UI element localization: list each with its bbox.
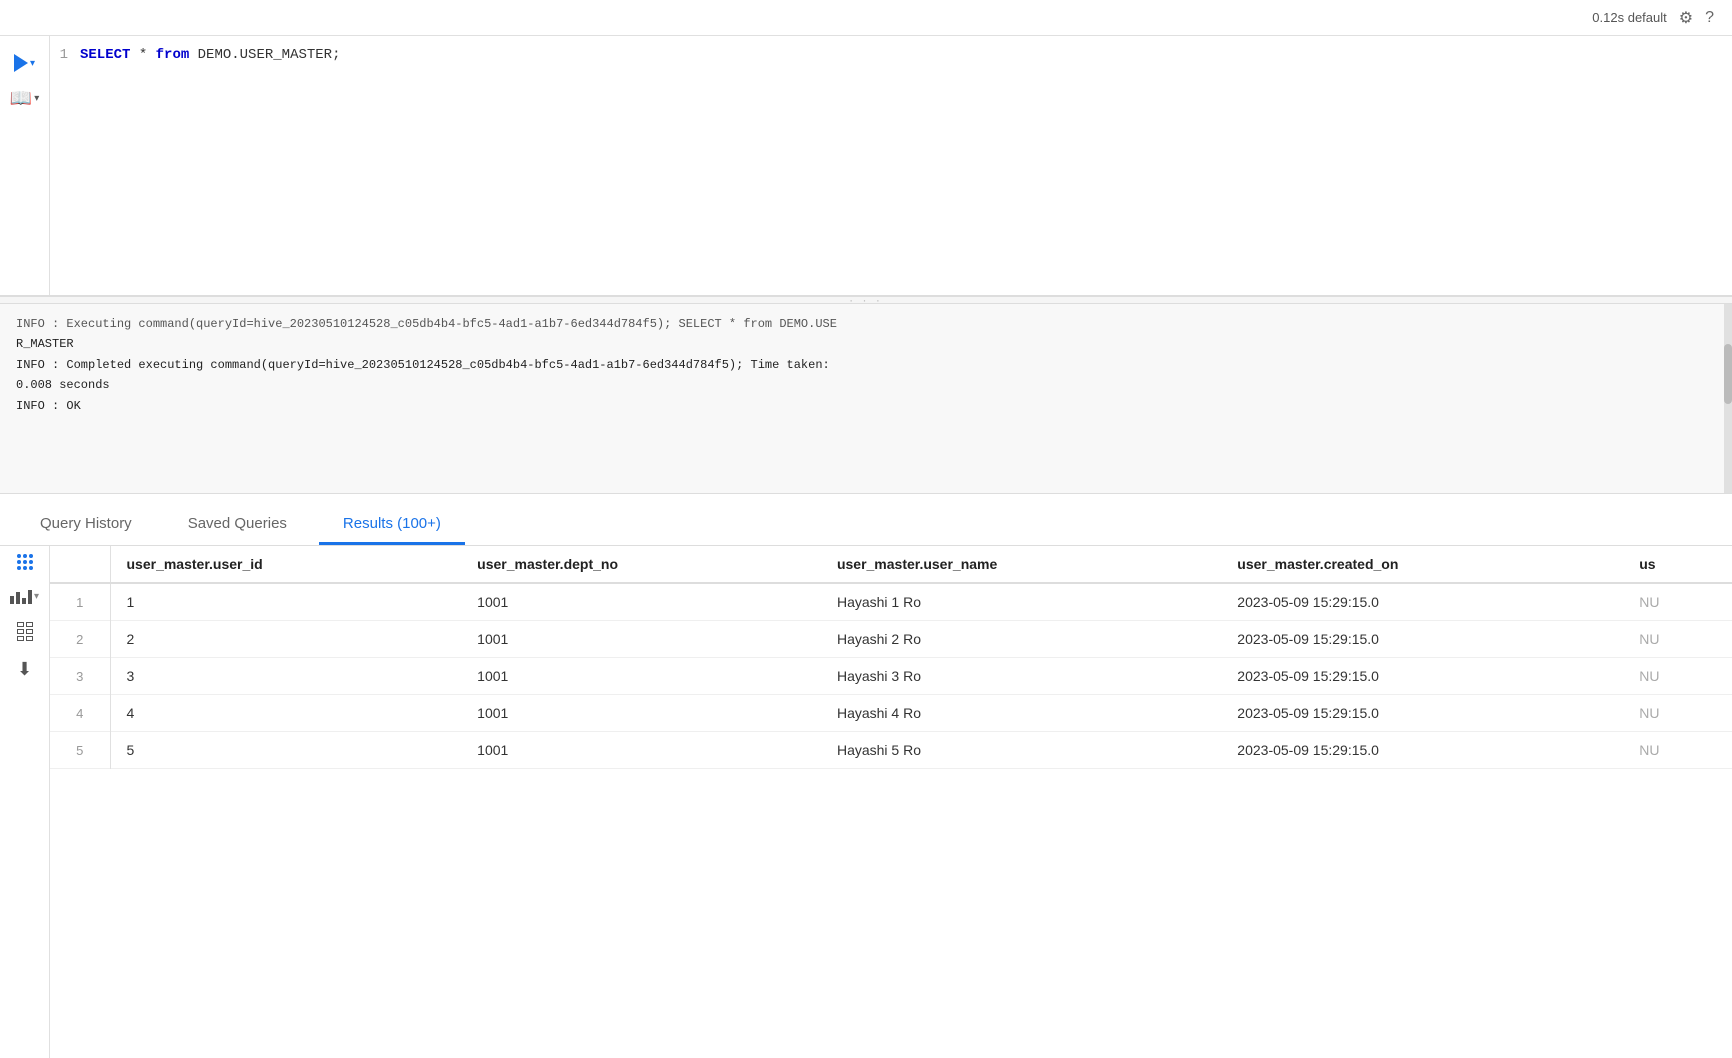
cell-dept-no: 1001 (461, 621, 821, 658)
table-row: 1 1 1001 Hayashi 1 Ro 2023-05-09 15:29:1… (50, 583, 1732, 621)
cell-created-on: 2023-05-09 15:29:15.0 (1221, 658, 1623, 695)
cell-rownum: 4 (50, 695, 110, 732)
cell-created-on: 2023-05-09 15:29:15.0 (1221, 732, 1623, 769)
col-header-dept-no[interactable]: user_master.dept_no (461, 546, 821, 583)
download-button[interactable]: ⬇ (17, 659, 32, 680)
grid-icon (17, 554, 33, 570)
log-line-2: R_MASTER (16, 334, 1716, 354)
line-numbers: 1 (50, 36, 80, 295)
cell-user-name: Hayashi 5 Ro (821, 732, 1221, 769)
table-layout-icon (17, 622, 33, 641)
results-table-wrapper[interactable]: user_master.user_id user_master.dept_no … (50, 546, 1732, 1058)
col-header-created-on[interactable]: user_master.created_on (1221, 546, 1623, 583)
cell-user-id: 3 (110, 658, 461, 695)
cell-created-on: 2023-05-09 15:29:15.0 (1221, 695, 1623, 732)
chart-view-button[interactable]: ▾ (10, 588, 39, 604)
cell-rownum: 5 (50, 732, 110, 769)
cell-user-id: 5 (110, 732, 461, 769)
table-body: 1 1 1001 Hayashi 1 Ro 2023-05-09 15:29:1… (50, 583, 1732, 769)
download-icon: ⬇ (17, 659, 32, 680)
cell-rownum: 3 (50, 658, 110, 695)
table-header-row: user_master.user_id user_master.dept_no … (50, 546, 1732, 583)
log-scrollbar[interactable] (1724, 304, 1732, 493)
cell-user-id: 1 (110, 583, 461, 621)
cell-extra: NU (1623, 695, 1732, 732)
table-row: 4 4 1001 Hayashi 4 Ro 2023-05-09 15:29:1… (50, 695, 1732, 732)
help-button[interactable]: ? (1705, 9, 1714, 27)
timing-display: 0.12s default (1592, 10, 1666, 25)
col-header-extra[interactable]: us (1623, 546, 1732, 583)
cell-extra: NU (1623, 732, 1732, 769)
bottom-panel: Query History Saved Queries Results (100… (0, 494, 1732, 1058)
book-icon: 📖 (10, 88, 32, 109)
cell-user-id: 4 (110, 695, 461, 732)
tab-results[interactable]: Results (100+) (319, 505, 465, 545)
run-button[interactable]: ▾ (14, 54, 35, 72)
play-icon (14, 54, 28, 72)
tab-saved-queries[interactable]: Saved Queries (164, 505, 311, 545)
code-content[interactable]: SELECT * from DEMO.USER_MASTER; (80, 36, 1732, 295)
grid-view-button[interactable] (17, 554, 33, 570)
log-section: INFO : Executing command(queryId=hive_20… (0, 304, 1732, 494)
toolbar-right: 0.12s default ⚙ ? (1592, 8, 1714, 28)
col-header-user-id[interactable]: user_master.user_id (110, 546, 461, 583)
table-layout-button[interactable] (17, 622, 33, 641)
book-chevron-icon: ▾ (34, 93, 39, 104)
cell-dept-no: 1001 (461, 658, 821, 695)
chart-chevron-icon: ▾ (34, 591, 39, 602)
cell-rownum: 2 (50, 621, 110, 658)
log-line-1: INFO : Executing command(queryId=hive_20… (16, 314, 1716, 334)
log-line-5: INFO : OK (16, 396, 1716, 416)
col-header-rownum (50, 546, 110, 583)
table-row: 2 2 1001 Hayashi 2 Ro 2023-05-09 15:29:1… (50, 621, 1732, 658)
results-area: ▾ ⬇ user_master.user_id us (0, 546, 1732, 1058)
results-table: user_master.user_id user_master.dept_no … (50, 546, 1732, 769)
cell-extra: NU (1623, 621, 1732, 658)
cell-user-id: 2 (110, 621, 461, 658)
cell-extra: NU (1623, 658, 1732, 695)
settings-button[interactable]: ⚙ (1679, 8, 1693, 28)
cell-dept-no: 1001 (461, 583, 821, 621)
editor-left-bar: ▾ 📖 ▾ (0, 36, 50, 295)
bar-chart-icon (10, 588, 32, 604)
cell-user-name: Hayashi 1 Ro (821, 583, 1221, 621)
book-button[interactable]: 📖 ▾ (10, 88, 39, 109)
cell-user-name: Hayashi 4 Ro (821, 695, 1221, 732)
editor-section: ▾ 📖 ▾ 1 SELECT * from DEMO.USER_MASTER; (0, 36, 1732, 296)
top-toolbar: 0.12s default ⚙ ? (0, 0, 1732, 36)
cell-user-name: Hayashi 2 Ro (821, 621, 1221, 658)
log-line-4: 0.008 seconds (16, 375, 1716, 395)
cell-dept-no: 1001 (461, 695, 821, 732)
cell-dept-no: 1001 (461, 732, 821, 769)
run-chevron-icon: ▾ (30, 58, 35, 69)
cell-rownum: 1 (50, 583, 110, 621)
table-row: 3 3 1001 Hayashi 3 Ro 2023-05-09 15:29:1… (50, 658, 1732, 695)
table-row: 5 5 1001 Hayashi 5 Ro 2023-05-09 15:29:1… (50, 732, 1732, 769)
cell-extra: NU (1623, 583, 1732, 621)
resizer-handle[interactable]: · · · (0, 296, 1732, 304)
tab-query-history[interactable]: Query History (16, 505, 156, 545)
log-line-3: INFO : Completed executing command(query… (16, 355, 1716, 375)
cell-created-on: 2023-05-09 15:29:15.0 (1221, 583, 1623, 621)
col-header-user-name[interactable]: user_master.user_name (821, 546, 1221, 583)
tabs-bar: Query History Saved Queries Results (100… (0, 494, 1732, 546)
cell-created-on: 2023-05-09 15:29:15.0 (1221, 621, 1623, 658)
left-icons-bar: ▾ ⬇ (0, 546, 50, 1058)
code-editor[interactable]: 1 SELECT * from DEMO.USER_MASTER; (50, 36, 1732, 295)
cell-user-name: Hayashi 3 Ro (821, 658, 1221, 695)
log-scrollbar-thumb (1724, 344, 1732, 404)
